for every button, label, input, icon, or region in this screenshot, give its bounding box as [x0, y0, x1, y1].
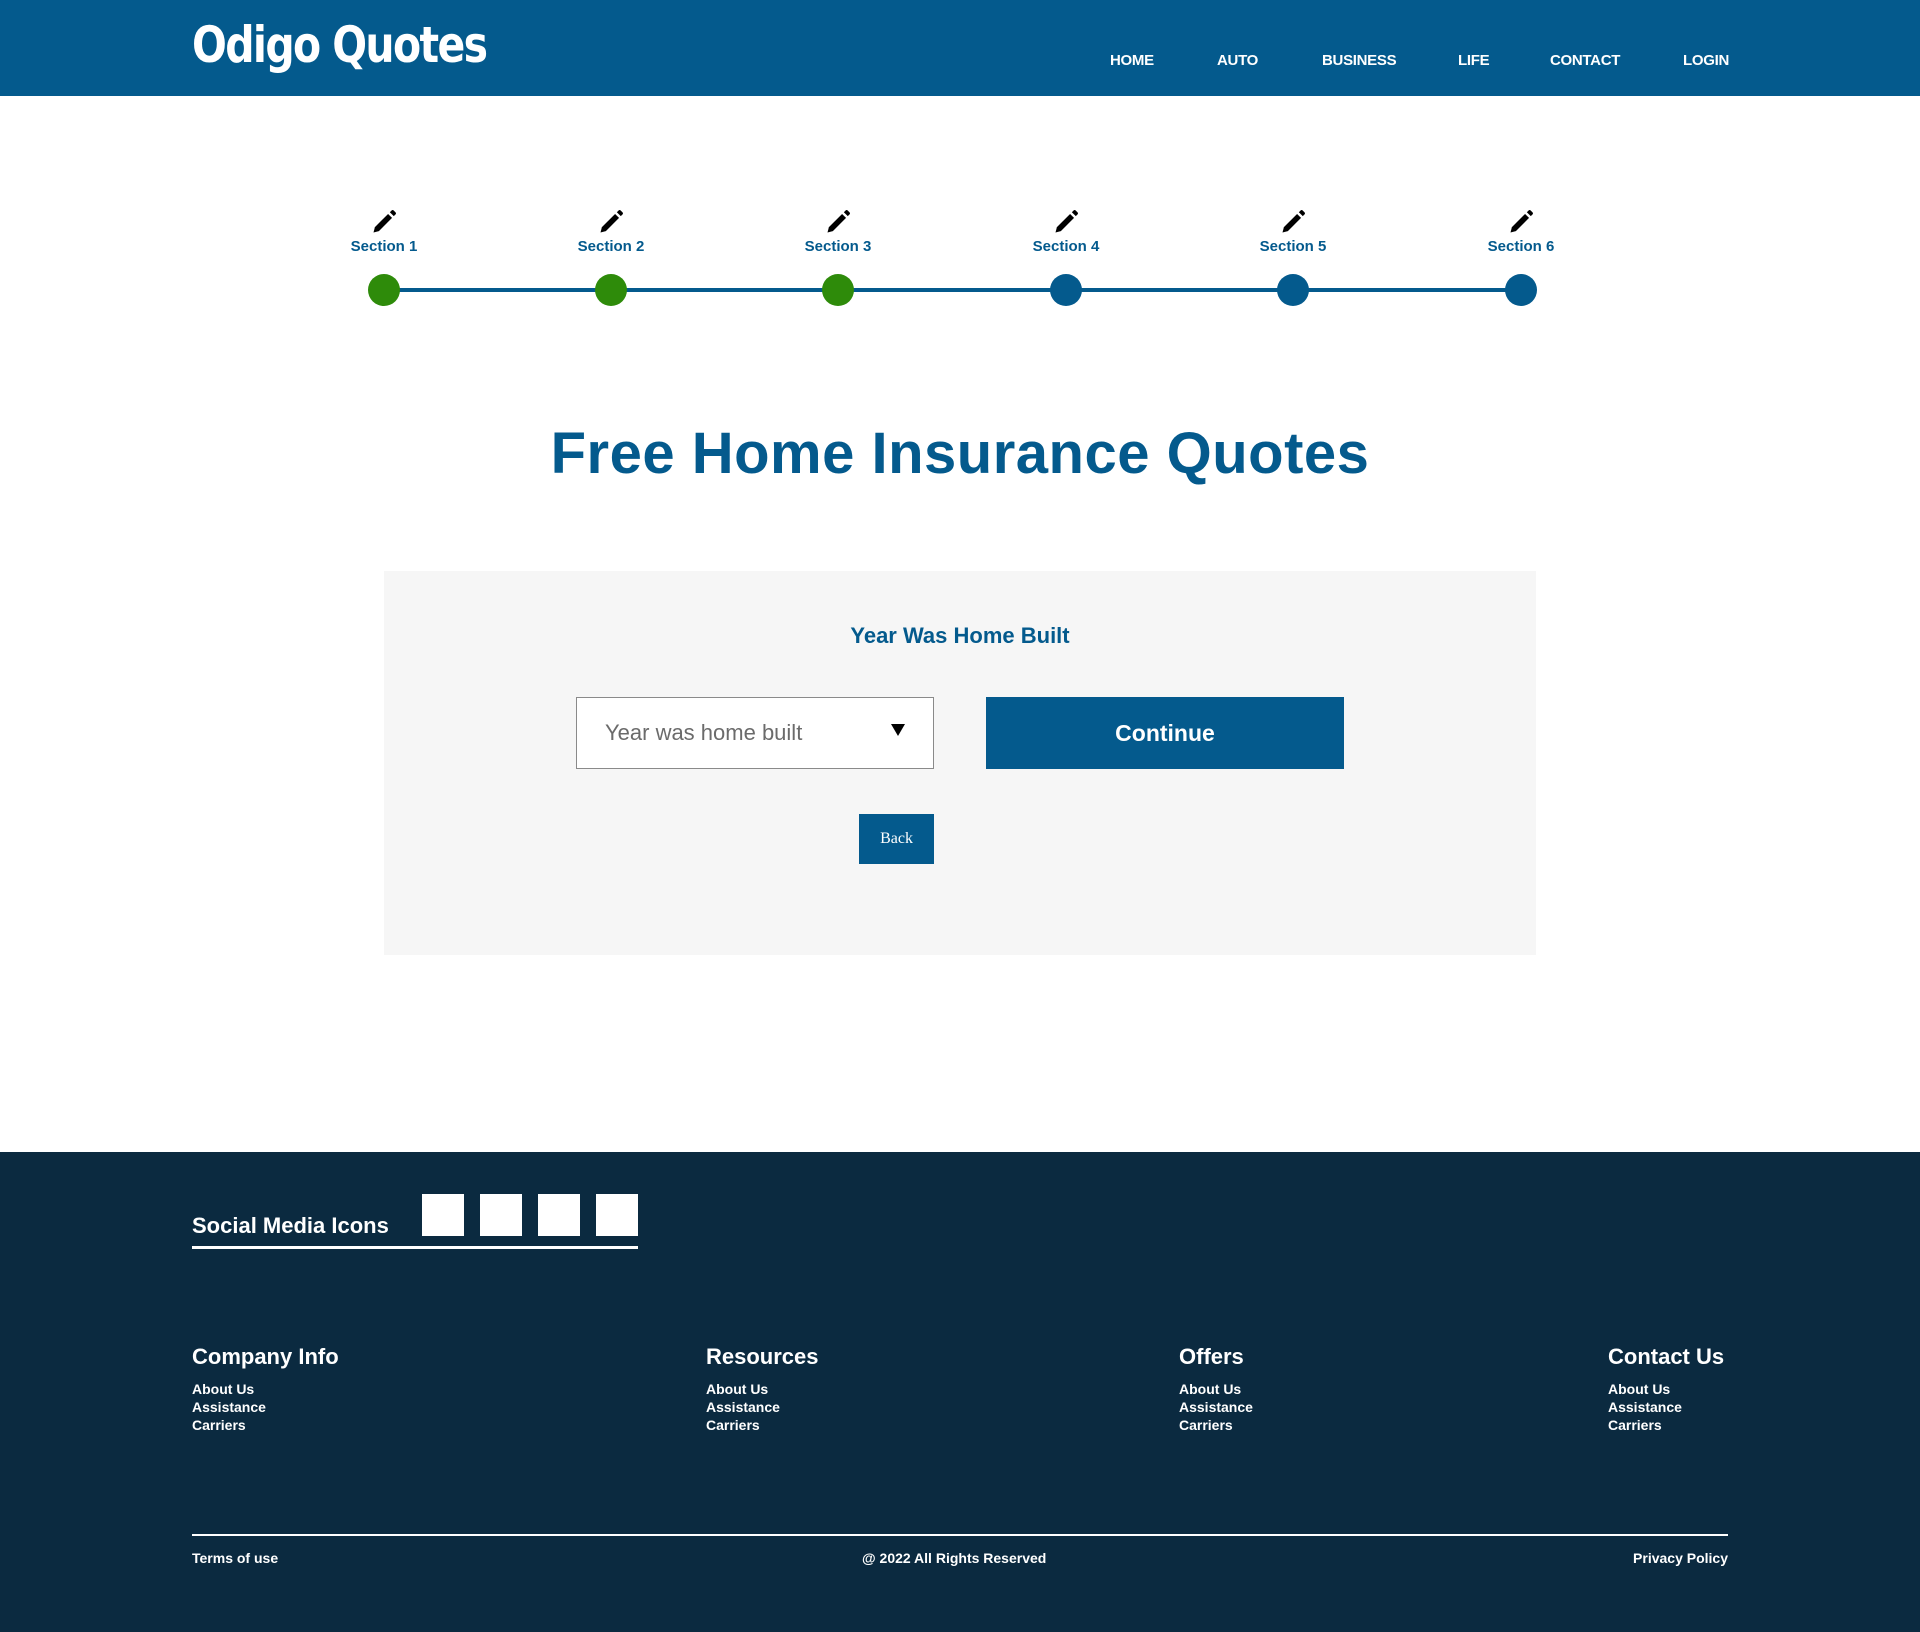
pencil-icon	[1507, 208, 1535, 236]
footer-col-offers: Offers About Us Assistance Carriers	[1179, 1344, 1253, 1434]
main-nav: HOME AUTO BUSINESS LIFE CONTACT LOGIN	[0, 52, 1920, 72]
page-title: Free Home Insurance Quotes	[550, 421, 1370, 486]
caret-down-icon	[891, 724, 905, 736]
progress-step-5[interactable]: Section 5	[1233, 200, 1353, 306]
question-title: Year Was Home Built	[850, 623, 1070, 648]
select-placeholder: Year was home built	[605, 720, 803, 745]
privacy-link[interactable]: Privacy Policy	[1633, 1550, 1728, 1566]
pencil-icon	[1279, 208, 1307, 236]
footer-link-about[interactable]: About Us	[1608, 1380, 1724, 1398]
step-label: Section 4	[1032, 238, 1100, 255]
step-label: Section 5	[1259, 238, 1327, 255]
step-label: Section 1	[350, 238, 418, 255]
site-header: Odigo Quotes HOME AUTO BUSINESS LIFE CON…	[0, 0, 1920, 96]
footer-link-about[interactable]: About Us	[192, 1380, 339, 1398]
social-icon-4[interactable]	[596, 1194, 638, 1236]
footer-link-assistance[interactable]: Assistance	[1608, 1398, 1724, 1416]
progress-step-1[interactable]: Section 1	[324, 200, 444, 306]
step-label: Section 6	[1487, 238, 1555, 255]
social-icon-1[interactable]	[422, 1194, 464, 1236]
nav-home[interactable]: HOME	[1110, 52, 1154, 69]
footer-heading: Offers	[1179, 1344, 1244, 1369]
terms-link[interactable]: Terms of use	[192, 1550, 278, 1566]
nav-business[interactable]: BUSINESS	[1322, 52, 1397, 69]
footer-link-carriers[interactable]: Carriers	[1608, 1416, 1724, 1434]
step-dot-incomplete	[1505, 274, 1537, 306]
footer-heading: Company Info	[192, 1344, 339, 1369]
footer-link-assistance[interactable]: Assistance	[192, 1398, 339, 1416]
site-footer: Social Media Icons Company Info About Us…	[0, 1152, 1920, 1632]
nav-life[interactable]: LIFE	[1458, 52, 1490, 69]
progress-step-6[interactable]: Section 6	[1461, 200, 1581, 306]
nav-contact[interactable]: CONTACT	[1550, 52, 1620, 69]
step-dot-complete	[368, 274, 400, 306]
footer-col-resources: Resources About Us Assistance Carriers	[706, 1344, 819, 1434]
step-dot-incomplete	[1050, 274, 1082, 306]
pencil-icon	[597, 208, 625, 236]
nav-login[interactable]: LOGIN	[1683, 52, 1729, 69]
footer-link-about[interactable]: About Us	[706, 1380, 819, 1398]
pencil-icon	[824, 208, 852, 236]
social-icon-3[interactable]	[538, 1194, 580, 1236]
continue-button[interactable]: Continue	[986, 697, 1344, 769]
progress-stepper: Section 1 Section 2 Section 3 Section 4 Sect…	[0, 200, 1920, 320]
social-underline	[192, 1246, 638, 1249]
step-dot-complete	[595, 274, 627, 306]
footer-link-assistance[interactable]: Assistance	[706, 1398, 819, 1416]
step-dot-incomplete	[1277, 274, 1309, 306]
pencil-icon	[370, 208, 398, 236]
footer-heading: Contact Us	[1608, 1344, 1725, 1369]
progress-step-2[interactable]: Section 2	[551, 200, 671, 306]
footer-divider	[192, 1534, 1728, 1536]
progress-step-3[interactable]: Section 3	[778, 200, 898, 306]
footer-link-carriers[interactable]: Carriers	[706, 1416, 819, 1434]
pencil-icon	[1052, 208, 1080, 236]
step-label: Section 2	[577, 238, 645, 255]
progress-step-4[interactable]: Section 4	[1006, 200, 1126, 306]
footer-col-contact-us: Contact Us About Us Assistance Carriers	[1608, 1344, 1724, 1434]
copyright-text: @ 2022 All Rights Reserved	[862, 1550, 1047, 1566]
year-built-select[interactable]: Year was home built	[576, 697, 934, 769]
progress-track	[384, 288, 1522, 292]
quote-form-card: Year Was Home Built Year was home built …	[384, 571, 1536, 955]
footer-col-company-info: Company Info About Us Assistance Carrier…	[192, 1344, 339, 1434]
social-media-label: Social Media Icons	[192, 1213, 389, 1238]
footer-link-carriers[interactable]: Carriers	[1179, 1416, 1253, 1434]
step-label: Section 3	[804, 238, 872, 255]
social-icon-2[interactable]	[480, 1194, 522, 1236]
back-button[interactable]: Back	[859, 814, 934, 864]
footer-link-about[interactable]: About Us	[1179, 1380, 1253, 1398]
nav-auto[interactable]: AUTO	[1217, 52, 1258, 69]
footer-link-carriers[interactable]: Carriers	[192, 1416, 339, 1434]
footer-heading: Resources	[706, 1344, 819, 1369]
step-dot-complete	[822, 274, 854, 306]
footer-link-assistance[interactable]: Assistance	[1179, 1398, 1253, 1416]
